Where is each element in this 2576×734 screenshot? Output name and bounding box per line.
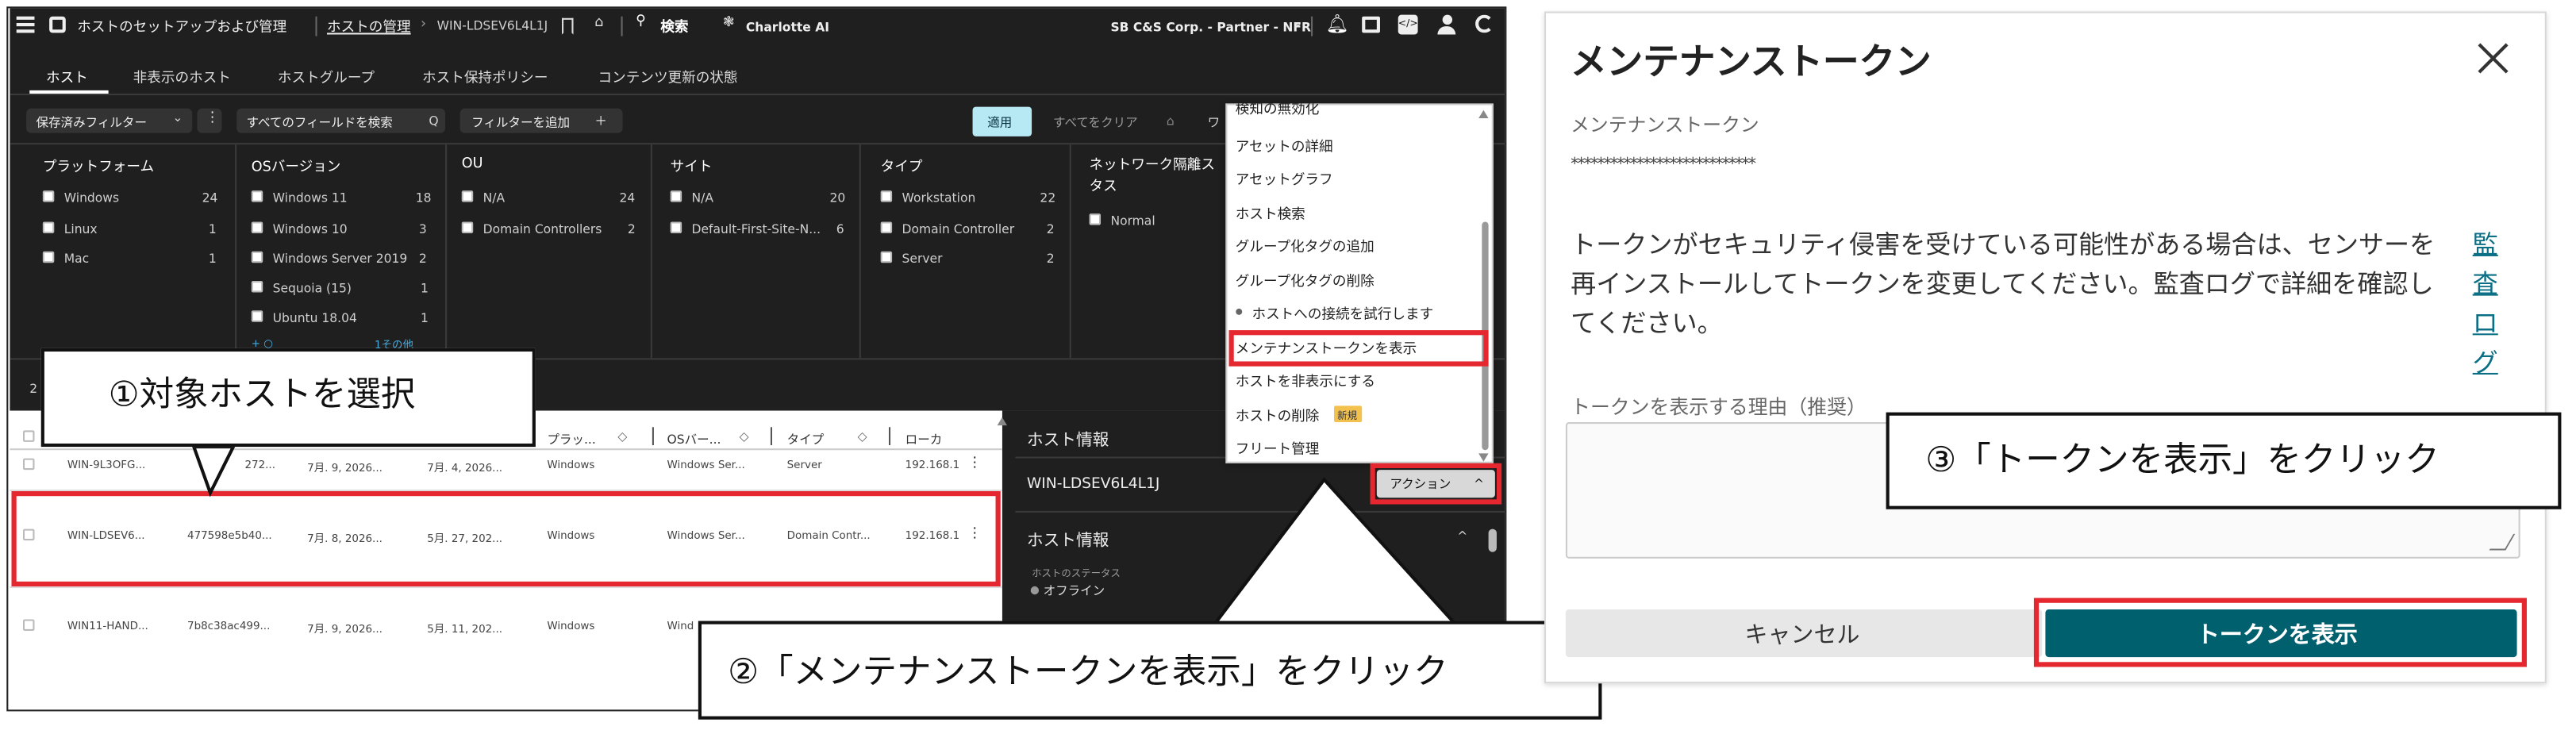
- close-icon[interactable]: [2476, 41, 2510, 75]
- token-label: メンテナンストークン: [1571, 113, 1759, 136]
- callout-1-text: ①対象ホストを選択: [108, 375, 416, 414]
- security-message: トークンがセキュリティ侵害を受けている可能性がある場合は、センサーを再インストー…: [1571, 229, 2436, 339]
- highlight-show-token-button: [2033, 598, 2527, 667]
- cancel-label: キャンセル: [1744, 622, 1860, 649]
- callout-2-pointer: [1212, 477, 1458, 624]
- callout-3-text: ③「トークンを表示」をクリック: [1925, 440, 2440, 480]
- callout-1-pointer: [191, 445, 236, 498]
- token-masked-value: ****************************: [1571, 156, 1756, 175]
- reason-label: トークンを表示する理由（推奨）: [1571, 395, 1867, 419]
- dialog-title: メンテナンストークン: [1571, 42, 1932, 84]
- audit-log-link[interactable]: 監査ログ: [2473, 225, 2499, 383]
- callout-2-text: ②「メンテナンストークンを表示」をクリック: [728, 651, 1448, 692]
